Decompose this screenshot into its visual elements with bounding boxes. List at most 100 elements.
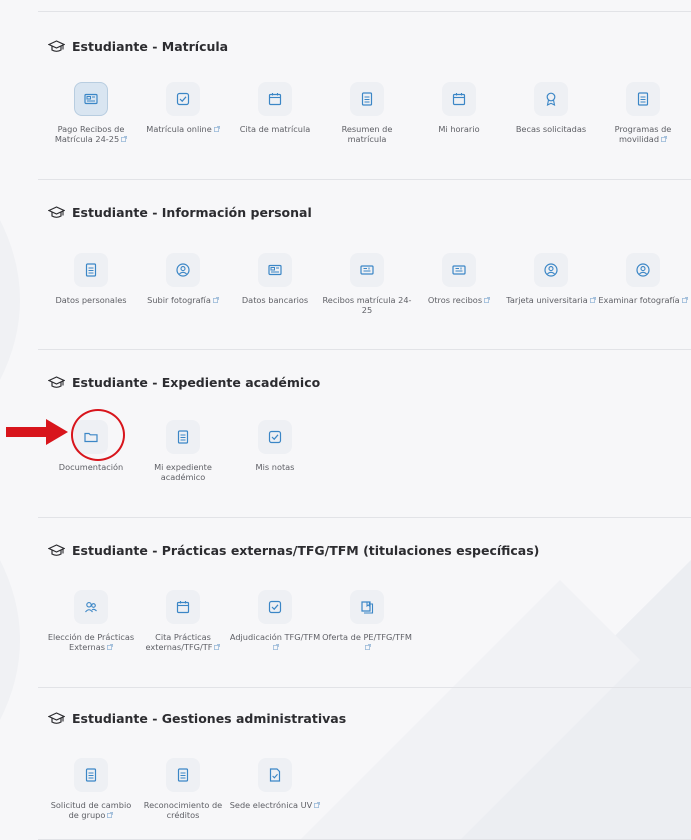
checkbox-icon — [268, 600, 282, 614]
shortcut-tile[interactable] — [166, 758, 200, 792]
user-circle-icon — [544, 263, 558, 277]
id-card-icon — [268, 264, 282, 276]
shortcut-tile[interactable] — [258, 590, 292, 624]
document-icon — [177, 768, 189, 782]
red-arrow-icon — [6, 419, 68, 445]
section-title: Estudiante - Matrícula — [48, 39, 228, 54]
user-circle-icon — [636, 263, 650, 277]
shortcut-tile[interactable] — [442, 82, 476, 116]
external-link-icon — [681, 297, 688, 303]
checkbox-icon — [268, 430, 282, 444]
shortcut-pago-recibos-de-matricula-24-25[interactable]: Pago Recibos de Matrícula 24-25 — [45, 82, 137, 144]
shortcut-tile[interactable] — [626, 82, 660, 116]
section-title: Estudiante - Prácticas externas/TFG/TFM … — [48, 543, 539, 558]
shortcut-label: Cita Prácticas externas/TFG/TF — [137, 632, 229, 652]
shortcut-tile[interactable] — [350, 82, 384, 116]
shortcut-tile[interactable] — [74, 590, 108, 624]
shortcut-label: Cita de matrícula — [229, 124, 321, 134]
shortcut-tile[interactable] — [258, 758, 292, 792]
shortcut-recibos-matricula-24-25[interactable]: Recibos matrícula 24-25 — [321, 253, 413, 315]
shortcut-tile[interactable] — [626, 253, 660, 287]
shortcut-label: Tarjeta universitaria — [505, 295, 597, 305]
shortcut-tile[interactable] — [74, 758, 108, 792]
external-link-icon — [589, 297, 596, 303]
shortcut-label-text: Mi expediente académico — [154, 462, 212, 482]
shortcut-eleccion-de-practicas-externas[interactable]: Elección de Prácticas Externas — [45, 590, 137, 652]
external-link-icon — [273, 644, 279, 650]
shortcut-tile[interactable] — [166, 420, 200, 454]
shortcut-tile[interactable] — [74, 253, 108, 287]
shortcut-solicitud-de-cambio-de-grupo[interactable]: Solicitud de cambio de grupo — [45, 758, 137, 820]
shortcut-mi-expediente-academico[interactable]: Mi expediente académico — [137, 420, 229, 482]
shortcut-label: Becas solicitadas — [505, 124, 597, 134]
shortcut-sede-electronica-uv[interactable]: Sede electrónica UV — [229, 758, 321, 810]
users-icon — [85, 602, 97, 613]
shortcut-label: Mi horario — [413, 124, 505, 134]
shortcut-label-text: Datos personales — [55, 295, 127, 305]
graduation-cap-icon — [48, 711, 65, 724]
shortcut-label: Sede electrónica UV — [229, 800, 321, 810]
shortcut-label: Recibos matrícula 24-25 — [321, 295, 413, 315]
shortcut-label-text: Examinar fotografía — [598, 295, 680, 305]
section-title-text: Estudiante - Expediente académico — [72, 375, 321, 390]
shortcut-matricula-online[interactable]: Matrícula online — [137, 82, 229, 134]
shortcut-oferta-de-pe-tfg-tfm[interactable]: Oferta de PE/TFG/TFM — [321, 590, 413, 652]
shortcut-reconocimiento-de-creditos[interactable]: Reconocimiento de créditos — [137, 758, 229, 820]
section-5: Estudiante - Gestiones administrativas So… — [38, 688, 691, 840]
shortcut-tile[interactable] — [166, 253, 200, 287]
calendar-icon — [176, 601, 190, 614]
shortcut-label: Adjudicación TFG/TFM — [229, 632, 321, 652]
shortcut-tile[interactable] — [258, 253, 292, 287]
shortcut-label: Documentación — [45, 462, 137, 472]
external-link-icon — [212, 297, 219, 303]
shortcut-label-text: Matrícula online — [146, 124, 212, 134]
shortcut-adjudicacion-tfg-tfm[interactable]: Adjudicación TFG/TFM — [229, 590, 321, 652]
section-3: Estudiante - Expediente académico Documen… — [38, 350, 691, 518]
shortcut-examinar-fotografia[interactable]: Examinar fotografía — [597, 253, 689, 305]
shortcut-label: Matrícula online — [137, 124, 229, 134]
shortcut-resumen-de-matricula[interactable]: Resumen de matrícula — [321, 82, 413, 144]
shortcut-cita-practicas-externas-tfg-tf[interactable]: Cita Prácticas externas/TFG/TF — [137, 590, 229, 652]
section-title: Estudiante - Gestiones administrativas — [48, 711, 346, 726]
shortcut-otros-recibos[interactable]: Otros recibos — [413, 253, 505, 305]
calendar-icon — [452, 93, 466, 106]
shortcut-datos-bancarios[interactable]: Datos bancarios — [229, 253, 321, 305]
shortcut-label-text: Datos bancarios — [241, 295, 309, 305]
shortcut-label-text: Documentación — [58, 462, 124, 472]
shortcut-tile[interactable] — [166, 590, 200, 624]
shortcut-tile[interactable] — [534, 253, 568, 287]
book-icon — [361, 601, 374, 614]
shortcut-becas-solicitadas[interactable]: Becas solicitadas — [505, 82, 597, 134]
shortcut-tile[interactable] — [534, 82, 568, 116]
shortcut-label: Datos bancarios — [229, 295, 321, 305]
external-link-icon — [107, 812, 114, 818]
external-link-icon — [484, 297, 491, 303]
shortcut-cita-de-matricula[interactable]: Cita de matrícula — [229, 82, 321, 134]
user-circle-icon — [176, 263, 190, 277]
receipt-icon — [452, 265, 466, 275]
shortcut-tile[interactable] — [350, 253, 384, 287]
section-2: Estudiante - Información personal Datos p… — [38, 180, 691, 350]
shortcut-label-text: Sede electrónica UV — [229, 800, 313, 810]
shortcut-tile[interactable] — [258, 420, 292, 454]
shortcut-datos-personales[interactable]: Datos personales — [45, 253, 137, 305]
shortcut-tile[interactable] — [442, 253, 476, 287]
shortcut-mi-horario[interactable]: Mi horario — [413, 82, 505, 134]
graduation-cap-icon — [48, 39, 65, 52]
shortcut-programas-de-movilidad[interactable]: Programas de movilidad — [597, 82, 689, 144]
shortcut-tile[interactable] — [166, 82, 200, 116]
shortcut-tile[interactable] — [74, 82, 108, 116]
external-link-icon — [214, 644, 221, 650]
file-check-icon — [269, 768, 281, 782]
document-icon — [85, 768, 97, 782]
shortcut-tile[interactable] — [350, 590, 384, 624]
section-1: Estudiante - Matrícula Pago Recibos de Ma… — [38, 12, 691, 180]
shortcut-tarjeta-universitaria[interactable]: Tarjeta universitaria — [505, 253, 597, 305]
shortcut-label: Elección de Prácticas Externas — [45, 632, 137, 652]
shortcut-label-text: Mis notas — [255, 462, 295, 472]
shortcut-subir-fotografia[interactable]: Subir fotografía — [137, 253, 229, 305]
shortcut-label: Oferta de PE/TFG/TFM — [321, 632, 413, 652]
graduation-cap-icon — [48, 205, 65, 218]
shortcut-mis-notas[interactable]: Mis notas — [229, 420, 321, 472]
shortcut-tile[interactable] — [258, 82, 292, 116]
